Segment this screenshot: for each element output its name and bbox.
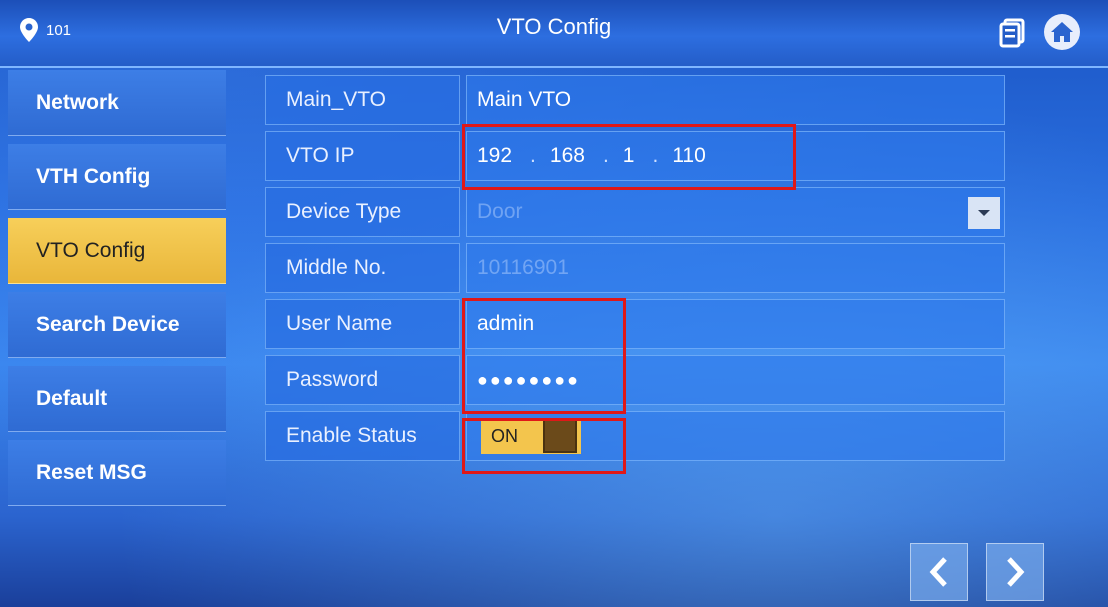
sidebar-item-label: Search Device	[36, 312, 180, 336]
prev-page-button[interactable]	[910, 543, 968, 601]
highlight-box-enable-status	[462, 418, 626, 474]
enable-status-label: Enable Status	[265, 411, 460, 461]
message-icon[interactable]	[996, 14, 1032, 50]
device-type-row: Device Type Door	[265, 187, 1005, 237]
chevron-left-icon	[929, 557, 947, 587]
device-type-select[interactable]: Door	[466, 187, 1005, 237]
password-label: Password	[265, 355, 460, 405]
main-vto-label: Main_VTO	[265, 75, 460, 125]
sidebar-item-network[interactable]: Network	[8, 70, 226, 136]
top-bar: 101 VTO Config	[0, 0, 1108, 68]
middle-no-field[interactable]: 10116901	[466, 243, 1005, 293]
main-vto-field[interactable]: Main VTO	[466, 75, 1005, 125]
vto-config-screen: 101 VTO Config Network VTH Config VTO Co…	[0, 0, 1108, 607]
middle-no-label: Middle No.	[265, 243, 460, 293]
highlight-box-vto-ip	[462, 124, 796, 190]
sidebar-item-label: VTH Config	[36, 164, 151, 188]
user-name-row: User Name admin	[265, 299, 1005, 349]
user-name-label: User Name	[265, 299, 460, 349]
enable-status-row: Enable Status ON	[265, 411, 1005, 461]
main-vto-value: Main VTO	[477, 88, 572, 111]
password-row: Password ●●●●●●●●	[265, 355, 1005, 405]
device-type-label: Device Type	[265, 187, 460, 237]
vto-ip-label: VTO IP	[265, 131, 460, 181]
chevron-right-icon	[1007, 557, 1025, 587]
sidebar-item-default[interactable]: Default	[8, 366, 226, 432]
sidebar-item-label: Default	[36, 386, 108, 410]
middle-no-row: Middle No. 10116901	[265, 243, 1005, 293]
sidebar-item-label: Network	[36, 90, 119, 114]
main-vto-row: Main_VTO Main VTO	[265, 75, 1005, 125]
device-type-value: Door	[477, 200, 523, 223]
chevron-down-icon[interactable]	[968, 197, 1000, 229]
sidebar-item-vto-config[interactable]: VTO Config	[8, 218, 226, 284]
sidebar-item-label: Reset MSG	[36, 460, 147, 484]
sidebar: Network VTH Config VTO Config Search Dev…	[8, 70, 226, 514]
sidebar-item-reset-msg[interactable]: Reset MSG	[8, 440, 226, 506]
next-page-button[interactable]	[986, 543, 1044, 601]
home-icon[interactable]	[1044, 14, 1080, 50]
page-title: VTO Config	[496, 14, 612, 39]
sidebar-item-vth-config[interactable]: VTH Config	[8, 144, 226, 210]
highlight-box-credentials	[462, 298, 626, 414]
sidebar-item-search-device[interactable]: Search Device	[8, 292, 226, 358]
sidebar-item-label: VTO Config	[36, 238, 146, 262]
middle-no-value: 10116901	[477, 256, 569, 279]
